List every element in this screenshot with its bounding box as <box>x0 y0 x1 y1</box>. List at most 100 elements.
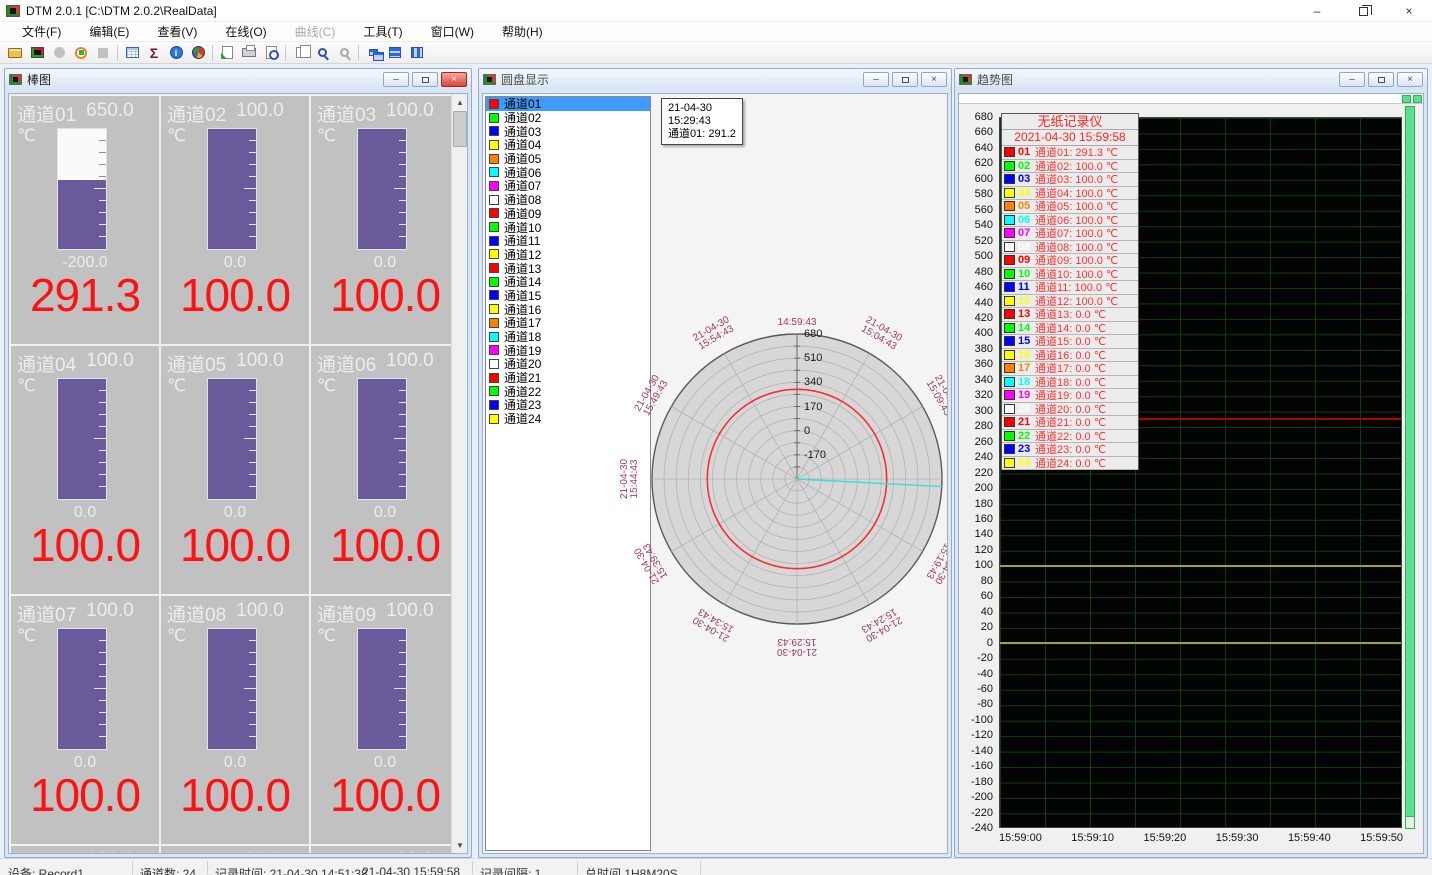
menu-item[interactable]: 工具(T) <box>349 21 416 42</box>
trend-vertical-scrollbar[interactable] <box>1405 106 1415 829</box>
bar-close-button[interactable]: × <box>441 72 467 87</box>
menu-item[interactable]: 帮助(H) <box>488 21 557 42</box>
y-axis-tick: 560 <box>975 204 993 216</box>
copy-icon <box>296 47 305 58</box>
scale-max: 100.0 <box>86 350 134 377</box>
bar-restore-button[interactable] <box>412 72 438 87</box>
bar-gauge-track <box>357 628 407 750</box>
print-preview-button[interactable] <box>260 43 282 63</box>
scroll-up-arrow[interactable]: ▲ <box>452 94 468 110</box>
disc-window-content: 通道01 通道02 通道03 <box>482 93 948 854</box>
scale-max: 100.0 <box>386 100 434 127</box>
scroll-down-arrow[interactable]: ▼ <box>452 837 468 853</box>
info-icon: i <box>170 46 183 59</box>
bar-gauge-fill <box>358 129 406 249</box>
disc-window-titlebar[interactable]: 圆盘显示 – × <box>479 69 951 90</box>
channel-name: 通道11 <box>167 850 225 854</box>
polar-radial-label: 0 <box>804 425 810 437</box>
menu-item[interactable]: 查看(V) <box>143 21 211 42</box>
zoom-out-button[interactable] <box>333 43 355 63</box>
vscroll-end-button[interactable] <box>1406 816 1414 828</box>
channel-color-swatch <box>489 249 499 259</box>
print-button[interactable] <box>238 43 260 63</box>
restore-button[interactable] <box>1340 0 1386 22</box>
channel-color-swatch <box>489 304 499 314</box>
tile-horizontal-button[interactable] <box>384 43 406 63</box>
menu-item[interactable]: 编辑(E) <box>75 21 143 42</box>
export-button[interactable] <box>216 43 238 63</box>
bar-gauge-track <box>357 378 407 500</box>
menu-item[interactable]: 文件(F) <box>8 21 75 42</box>
disc-restore-button[interactable] <box>892 72 918 87</box>
y-axis-tick: 300 <box>975 405 993 417</box>
bar-minimize-button[interactable]: – <box>383 72 409 87</box>
y-axis-tick: 60 <box>981 590 993 602</box>
realtime-chart-button[interactable] <box>26 43 48 63</box>
legend-color-swatch <box>1004 350 1015 360</box>
channel-name: 通道06 <box>317 350 376 377</box>
tile-vertical-icon <box>411 47 423 58</box>
pause-button[interactable] <box>48 43 70 63</box>
channel-color-swatch <box>489 263 499 273</box>
y-axis-tick: 620 <box>975 157 993 169</box>
tile-horizontal-icon <box>389 47 401 58</box>
polar-chart[interactable]: 6805103401700-17014:59:4321-04-3015:04:4… <box>597 279 948 679</box>
hscroll-thumb[interactable] <box>1402 95 1411 103</box>
legend-color-swatch <box>1004 282 1015 292</box>
menu-bar: 文件(F)编辑(E)查看(V)在线(O)曲线(C)工具(T)窗口(W)帮助(H) <box>0 22 1432 42</box>
info-button[interactable]: i <box>165 43 187 63</box>
disc-minimize-button[interactable]: – <box>863 72 889 87</box>
trend-minimize-button[interactable]: – <box>1339 72 1365 87</box>
open-button[interactable] <box>4 43 26 63</box>
copy-button[interactable] <box>289 43 311 63</box>
open-folder-icon <box>8 48 22 58</box>
y-axis-tick: 340 <box>975 374 993 386</box>
legend-channel-number: 17 <box>1015 362 1035 374</box>
data-table-button[interactable] <box>121 43 143 63</box>
scroll-thumb[interactable] <box>453 111 467 147</box>
toolbar-separator <box>212 45 213 61</box>
menu-item[interactable]: 在线(O) <box>211 21 280 42</box>
zoom-in-button[interactable] <box>311 43 333 63</box>
stop-button[interactable] <box>92 43 114 63</box>
bar-window-titlebar[interactable]: 棒图 – × <box>5 69 471 90</box>
tile-vertical-button[interactable] <box>406 43 428 63</box>
unit-label: ℃ <box>317 126 336 146</box>
close-button[interactable]: × <box>1386 0 1432 22</box>
disc-window-icon <box>483 74 496 85</box>
status-channel-count: 通道数: 24 <box>140 865 196 875</box>
dtm-application: DTM 2.0.1 [C:\DTM 2.0.2\RealData] – × 文件… <box>0 0 1432 875</box>
statistics-button[interactable]: Σ <box>143 43 165 63</box>
mdi-workspace: 棒图 – × 通道01 650.0 ℃ <box>0 64 1432 858</box>
bar-scrollbar[interactable]: ▲ ▼ <box>451 94 467 853</box>
pie-icon <box>192 46 205 59</box>
trend-restore-button[interactable] <box>1368 72 1394 87</box>
bar-gauge-grid: 通道01 650.0 ℃ -200.0 291.3 <box>11 96 459 854</box>
scale-max: 650.0 <box>86 100 134 127</box>
polar-chart-area[interactable]: 21-04-30 15:29:43 通道01: 291.2 6805103401… <box>653 96 945 851</box>
cascade-windows-button[interactable] <box>362 43 384 63</box>
disc-close-button[interactable]: × <box>921 72 947 87</box>
legend-channel-number: 14 <box>1015 322 1035 334</box>
zoom-out-icon <box>340 48 349 57</box>
channel-name: 通道01 <box>17 100 76 127</box>
minimize-button[interactable]: – <box>1294 0 1340 22</box>
trend-horizontal-scrollbar[interactable] <box>959 94 1423 104</box>
legend-channel-number: 10 <box>1015 268 1035 280</box>
y-axis-tick: 480 <box>975 266 993 278</box>
trend-window-titlebar[interactable]: 趋势图 – × <box>955 69 1427 90</box>
menu-item[interactable]: 曲线(C) <box>281 21 350 42</box>
hscroll-button[interactable] <box>1413 95 1422 103</box>
channel-color-swatch <box>489 222 499 232</box>
menu-item[interactable]: 窗口(W) <box>417 21 488 42</box>
y-axis-tick: 640 <box>975 142 993 154</box>
restore-icon <box>1359 7 1368 16</box>
channel-value: 100.0 <box>311 768 459 822</box>
legend-color-swatch <box>1004 458 1015 468</box>
trend-close-button[interactable]: × <box>1397 72 1423 87</box>
pie-chart-button[interactable] <box>187 43 209 63</box>
channel-color-swatch <box>489 359 499 369</box>
trend-line <box>1000 642 1401 644</box>
y-axis-tick: 0 <box>987 637 993 649</box>
record-button[interactable] <box>70 43 92 63</box>
